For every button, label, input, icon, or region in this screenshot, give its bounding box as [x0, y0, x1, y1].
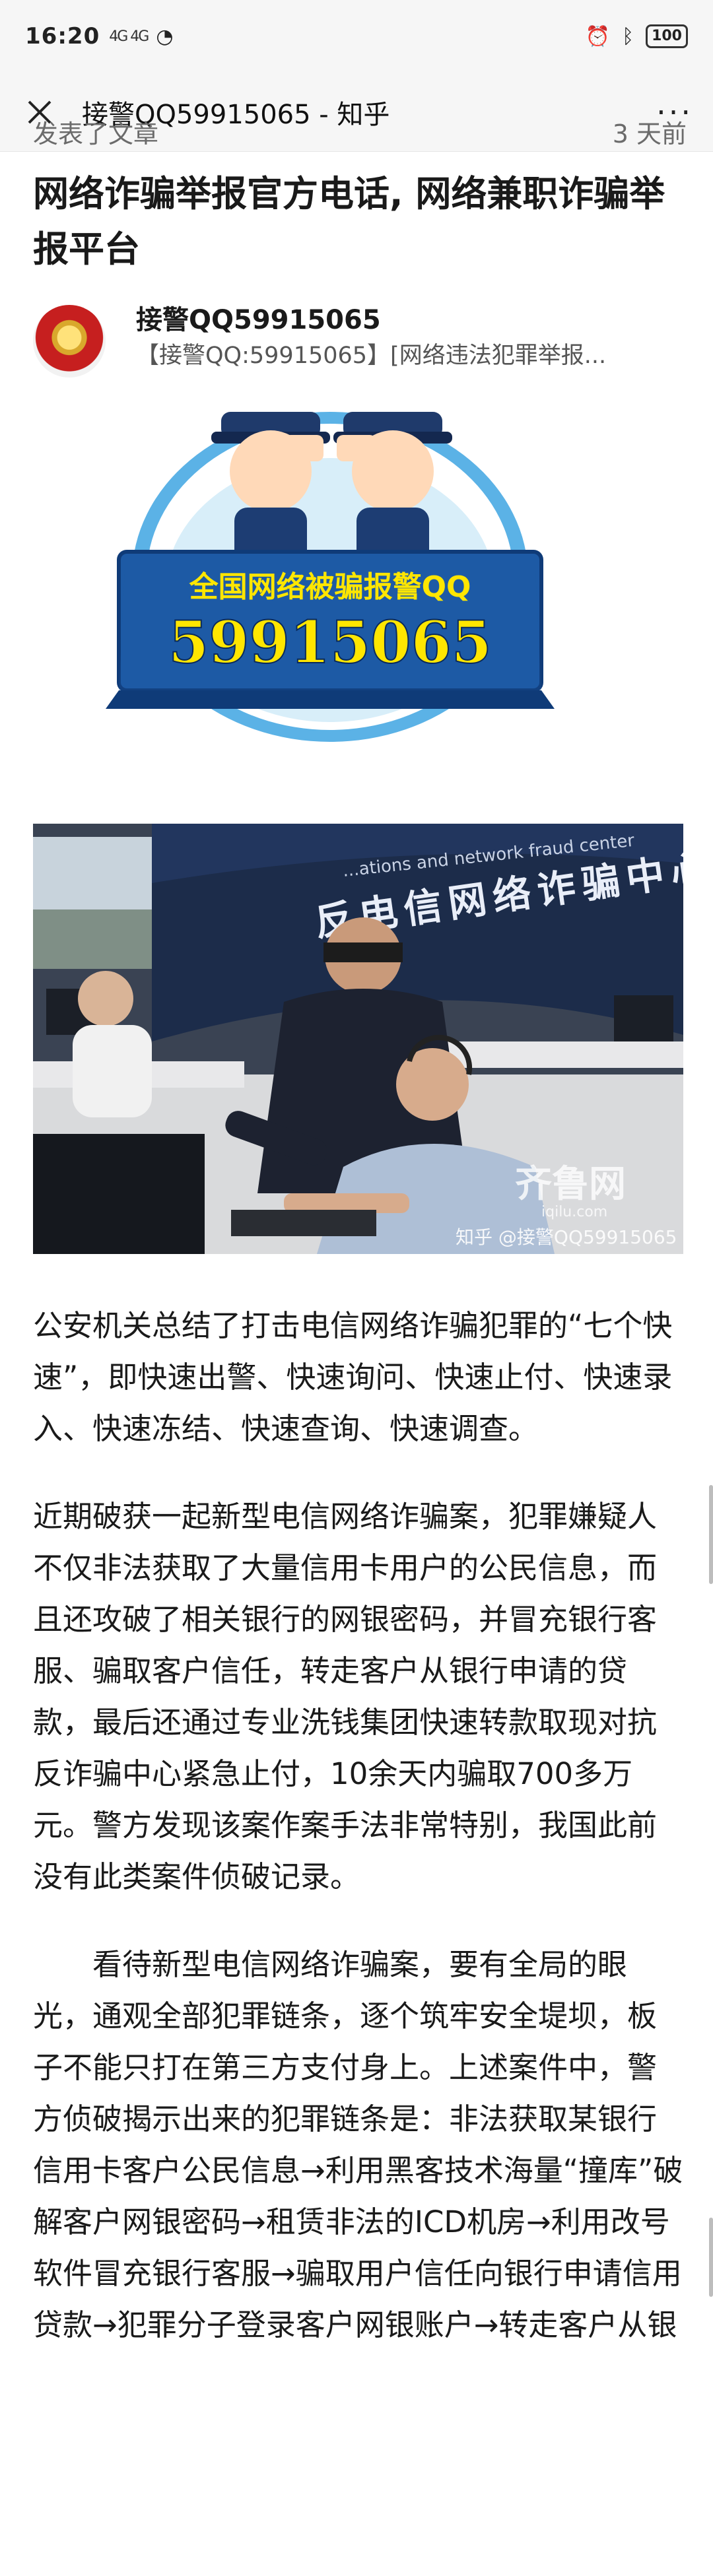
paragraph-1: 公安机关总结了打击电信网络诈骗犯罪的“七个快速”，即快速出警、快速询问、快速止付…: [33, 1308, 673, 1446]
alarm-icon: ⏰: [585, 24, 611, 48]
author-name[interactable]: 接警QQ59915065: [136, 298, 381, 337]
banner-line1: 全国网络被骗报警QQ: [189, 570, 471, 604]
paragraph-3: 看待新型电信网络诈骗案，要有全局的眼光，通观全部犯罪链条，逐个筑牢安全堤坝，板子…: [33, 1947, 683, 2342]
avatar[interactable]: [33, 305, 106, 378]
scrollbar-secondary[interactable]: [709, 2218, 713, 2297]
wifi-icon: ◔: [156, 24, 174, 48]
meta-action: 发表了文章: [33, 119, 159, 149]
scrollbar[interactable]: [709, 1485, 713, 1584]
watermark-site: 齐鲁网: [515, 1163, 626, 1206]
author-row[interactable]: 接警QQ59915065 【接警QQ:59915065】[网络违法犯罪举报...: [33, 292, 687, 384]
status-bar: 16:20 4G 4G ◔ ⏰ ᛒ 100: [0, 0, 713, 73]
paragraph-2: 近期破获一起新型电信网络诈骗案，犯罪嫌疑人不仅非法获取了大量信用卡用户的公民信息…: [33, 1499, 658, 1894]
watermark-zhihu: 知乎 @接警QQ59915065: [456, 1226, 677, 1248]
article-meta-row: 发表了文章 3 天前: [33, 114, 687, 160]
bluetooth-icon: ᛒ: [622, 24, 634, 48]
author-bio: 【接警QQ:59915065】[网络违法犯罪举报...: [136, 343, 607, 369]
news-photo[interactable]: 反电信网络诈骗中心 ...ations and network fraud ce…: [33, 824, 683, 1254]
article-title: 网络诈骗举报官方电话, 网络兼职诈骗举报平台: [33, 173, 665, 270]
battery-icon: 100: [646, 24, 688, 48]
banner-line2: 59915065: [168, 608, 492, 677]
banner-image[interactable]: 全国网络被骗报警QQ 59915065: [33, 399, 627, 745]
article-body: 公安机关总结了打击电信网络诈骗犯罪的“七个快速”，即快速出警、快速询问、快速止付…: [33, 1300, 683, 2387]
signal-icon: 4G 4G: [109, 28, 149, 45]
status-time: 16:20: [25, 23, 100, 50]
watermark-domain: iqilu.com: [541, 1204, 607, 1220]
meta-time: 3 天前: [612, 119, 687, 149]
